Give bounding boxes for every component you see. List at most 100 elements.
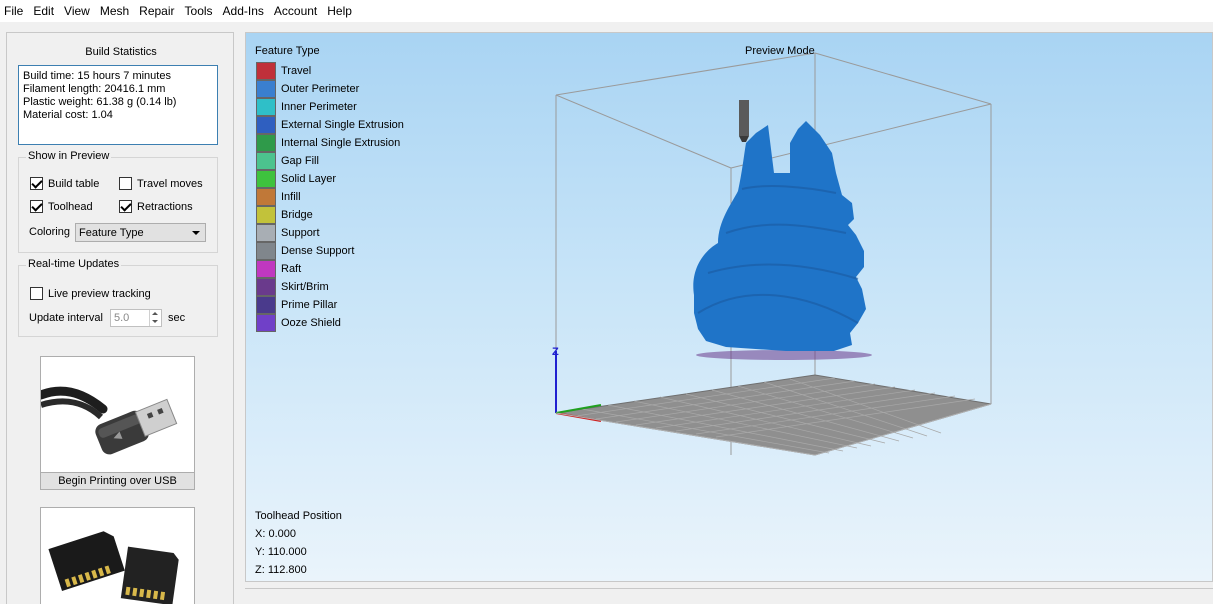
menu-help[interactable]: Help: [322, 0, 357, 22]
left-panel: Build Statistics Build time: 15 hours 7 …: [6, 32, 234, 604]
legend-swatch: [256, 152, 276, 170]
legend-label: Solid Layer: [281, 173, 337, 185]
legend-label: Prime Pillar: [281, 299, 338, 311]
retractions-checkbox[interactable]: Retractions: [119, 200, 193, 213]
legend-swatch: [256, 278, 276, 296]
legend-label: Outer Perimeter: [281, 83, 360, 95]
toolhead-y: Y: 110.000: [255, 546, 307, 558]
unchecked-box-icon: [119, 177, 132, 190]
plastic-weight-line: Plastic weight: 61.38 g (0.14 lb): [23, 96, 177, 108]
legend-swatch: [256, 260, 276, 278]
update-interval-label: Update interval: [29, 312, 103, 324]
legend-item: Infill: [256, 188, 301, 206]
update-interval-value: 5.0: [114, 312, 130, 324]
legend-swatch: [256, 62, 276, 80]
toolhead-position-title: Toolhead Position: [255, 510, 342, 522]
spin-up-icon[interactable]: [152, 312, 158, 315]
legend-title: Feature Type: [255, 45, 320, 57]
menu-file[interactable]: File: [0, 0, 28, 22]
build-table-checkbox[interactable]: Build table: [30, 177, 99, 190]
legend-label: Internal Single Extrusion: [281, 137, 401, 149]
spin-down-icon[interactable]: [152, 320, 158, 323]
show-in-preview-title: Show in Preview: [26, 150, 112, 162]
toolhead-nozzle: [739, 100, 749, 142]
realtime-updates-title: Real-time Updates: [26, 258, 122, 270]
menu-repair[interactable]: Repair: [134, 0, 179, 22]
checkmark-icon: [30, 200, 43, 213]
menu-tools[interactable]: Tools: [180, 0, 218, 22]
legend-item: Travel: [256, 62, 311, 80]
unchecked-box-icon: [30, 287, 43, 300]
toolhead-z: Z: 112.800: [255, 564, 307, 576]
menu-edit[interactable]: Edit: [28, 0, 59, 22]
chevron-down-icon: [192, 231, 200, 235]
build-time-line: Build time: 15 hours 7 minutes: [23, 70, 171, 82]
legend-swatch: [256, 242, 276, 260]
toolhead-x: X: 0.000: [255, 528, 296, 540]
update-interval-spinbox[interactable]: 5.0: [110, 309, 162, 327]
retractions-label: Retractions: [137, 200, 193, 213]
usb-cable-icon: [36, 386, 178, 455]
legend-label: Ooze Shield: [281, 317, 341, 329]
legend-label: Inner Perimeter: [281, 101, 357, 113]
menu-add-ins[interactable]: Add-Ins: [218, 0, 269, 22]
show-in-preview-group: Show in Preview Build table Travel moves…: [18, 150, 218, 253]
coloring-label: Coloring: [29, 226, 70, 238]
preview-mode-label: Preview Mode: [745, 45, 815, 57]
update-interval-unit: sec: [168, 312, 186, 324]
legend-item: Gap Fill: [256, 152, 319, 170]
material-cost-line: Material cost: 1.04: [23, 109, 113, 121]
begin-printing-usb-button[interactable]: Begin Printing over USB: [36, 356, 195, 490]
legend-swatch: [256, 98, 276, 116]
toolhead-checkbox[interactable]: Toolhead: [30, 200, 93, 213]
legend-label: Travel: [281, 65, 312, 77]
live-preview-label: Live preview tracking: [48, 287, 151, 300]
legend-item: Ooze Shield: [256, 314, 341, 332]
legend-swatch: [256, 224, 276, 242]
legend-swatch: [256, 296, 276, 314]
legend-label: Bridge: [281, 209, 313, 221]
bottom-tabs-strip: [245, 588, 1213, 604]
legend-item: Support: [256, 224, 320, 242]
legend-swatch: [256, 206, 276, 224]
legend-label: Infill: [281, 191, 301, 203]
preview-viewport[interactable]: Z Feature Type Travel Outer Perimeter Inne…: [245, 32, 1213, 582]
legend-swatch: [256, 80, 276, 98]
menu-mesh[interactable]: Mesh: [95, 0, 134, 22]
build-table-label: Build table: [48, 177, 100, 190]
legend-item: Inner Perimeter: [256, 98, 357, 116]
legend-swatch: [256, 314, 276, 332]
filament-length-line: Filament length: 20416.1 mm: [23, 83, 166, 95]
legend-item: External Single Extrusion: [256, 116, 404, 134]
build-statistics-textbox[interactable]: Build time: 15 hours 7 minutes Filament …: [18, 65, 218, 145]
coloring-value: Feature Type: [79, 226, 144, 239]
sd-card-icon: [48, 531, 179, 604]
legend-label: Dense Support: [281, 245, 355, 257]
z-axis-label: Z: [552, 346, 559, 358]
legend-item: Outer Perimeter: [256, 80, 359, 98]
checkmark-icon: [30, 177, 43, 190]
legend-item: Raft: [256, 260, 301, 278]
legend-item: Solid Layer: [256, 170, 336, 188]
legend-item: Skirt/Brim: [256, 278, 329, 296]
menu-bar: File Edit View Mesh Repair Tools Add-Ins Accoun…: [0, 0, 1213, 22]
legend-item: Bridge: [256, 206, 313, 224]
realtime-updates-group: Real-time Updates Live preview tracking …: [18, 258, 218, 337]
sd-card-button[interactable]: [40, 507, 195, 604]
legend-swatch: [256, 170, 276, 188]
legend-item: Internal Single Extrusion: [256, 134, 400, 152]
menu-view[interactable]: View: [59, 0, 95, 22]
legend-label: Skirt/Brim: [281, 281, 329, 293]
toolhead-position: Toolhead Position X: 0.000 Y: 110.000 Z:…: [255, 507, 342, 579]
travel-moves-checkbox[interactable]: Travel moves: [119, 177, 203, 190]
live-preview-checkbox[interactable]: Live preview tracking: [30, 287, 151, 300]
legend-label: Raft: [281, 263, 302, 275]
build-plate: [555, 374, 992, 456]
legend-swatch: [256, 116, 276, 134]
legend-swatch: [256, 134, 276, 152]
coloring-select[interactable]: Feature Type: [75, 223, 206, 242]
menu-account[interactable]: Account: [269, 0, 322, 22]
build-statistics-title: Build Statistics: [85, 46, 157, 58]
begin-printing-usb-label: Begin Printing over USB: [41, 472, 194, 489]
printed-model: [693, 121, 872, 360]
